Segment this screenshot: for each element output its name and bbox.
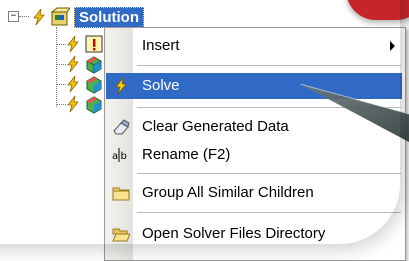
menu-item-solve[interactable]: Solve <box>106 73 402 99</box>
lightning-bolt-icon <box>115 77 127 95</box>
lightning-status-icon <box>67 75 79 93</box>
menu-item-clear-generated-data[interactable]: Clear Generated Data <box>106 114 402 140</box>
result-cube-icon[interactable] <box>84 54 104 74</box>
menu-item-rename[interactable]: a b Rename (F2) <box>106 142 402 168</box>
tree-connector <box>56 27 57 107</box>
menu-separator <box>137 65 401 66</box>
callout-marker <box>346 0 409 20</box>
menu-item-label: Open Solver Files Directory <box>142 225 326 242</box>
open-folder-icon <box>112 228 130 242</box>
lightning-status-icon <box>67 95 79 113</box>
rename-icon: a b <box>112 148 127 162</box>
menu-separator <box>137 173 401 174</box>
tree-node-solution[interactable]: Solution (A6) <box>74 7 144 45</box>
menu-separator <box>137 107 401 108</box>
eraser-icon <box>113 119 130 135</box>
result-cube-icon[interactable] <box>84 94 104 114</box>
collapse-toggle[interactable]: − <box>8 11 19 22</box>
result-cube-icon[interactable] <box>84 74 104 94</box>
tree-connector <box>19 16 29 17</box>
lightning-status-icon <box>67 35 79 53</box>
lightning-status-icon <box>67 55 79 73</box>
menu-item-label: Solve <box>142 77 180 94</box>
menu-item-label: Insert <box>142 37 180 54</box>
context-menu: Insert Solve Clear Generated Data a b Re… <box>104 27 406 261</box>
lightning-status-icon <box>33 8 45 26</box>
submenu-arrow-icon <box>390 41 395 51</box>
info-warning-icon[interactable] <box>84 34 104 54</box>
folder-icon <box>112 187 130 201</box>
outline-tree: − Solution (A6) <box>0 0 144 140</box>
menu-item-label: Group All Similar Children <box>142 184 314 201</box>
menu-item-label: Rename (F2) <box>142 146 231 163</box>
menu-item-group-all-similar-children[interactable]: Group All Similar Children <box>106 180 402 206</box>
menu-item-label: Clear Generated Data <box>142 118 289 135</box>
menu-item-insert[interactable]: Insert <box>106 33 402 59</box>
zoomed-screenshot-callout: − Solution (A6) <box>0 0 409 261</box>
svg-text:a: a <box>112 151 118 162</box>
menu-separator <box>137 212 401 213</box>
menu-item-open-solver-files-directory[interactable]: Open Solver Files Directory <box>106 221 402 247</box>
solution-icon <box>50 7 70 26</box>
svg-text:b: b <box>121 151 127 162</box>
